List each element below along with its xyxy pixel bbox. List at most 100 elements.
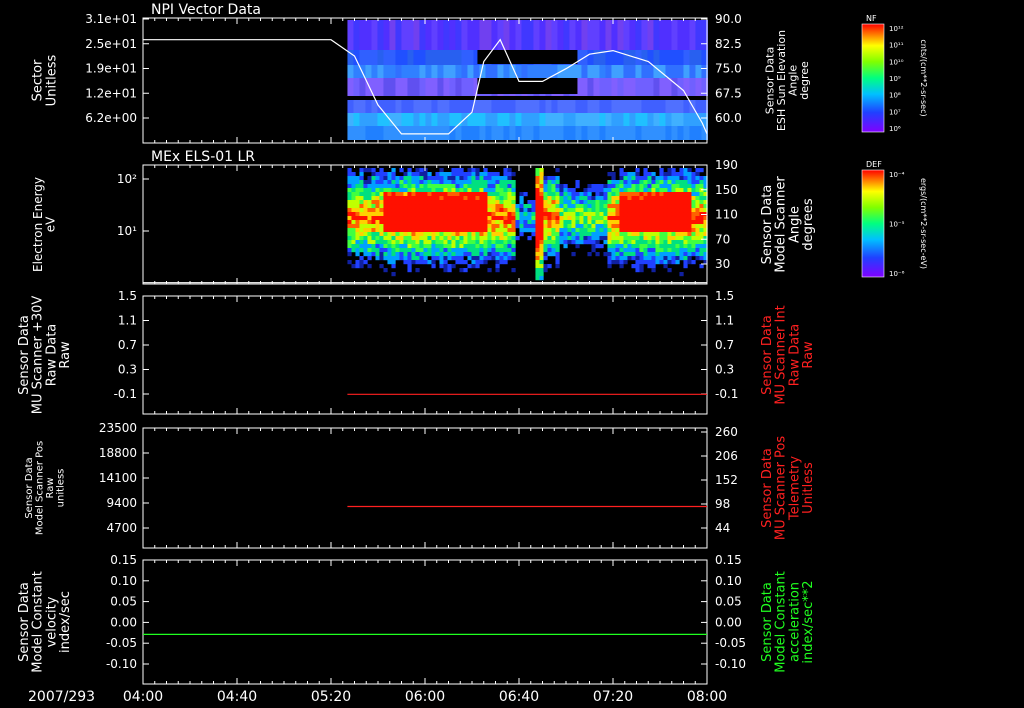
spectrogram-cell <box>521 65 528 78</box>
y-tick-label: 0.00 <box>110 615 137 629</box>
spectrogram-cell <box>443 200 448 205</box>
y-tick-label: 1.5 <box>118 289 137 303</box>
spectrogram-cell <box>591 248 596 253</box>
spectrogram-cell <box>659 100 666 113</box>
spectrogram-cell <box>615 188 620 193</box>
spectrogram-cell <box>479 220 484 225</box>
spectrogram-cell <box>659 256 664 261</box>
spectrogram-cell <box>563 192 568 197</box>
spectrogram-cell <box>509 126 516 140</box>
spectrogram-cell <box>459 204 464 209</box>
spectrogram-cell <box>487 244 492 249</box>
spectrogram-cell <box>443 252 448 257</box>
spectrogram-cell <box>495 196 500 201</box>
spectrogram-cell <box>499 204 504 209</box>
spectrogram-cell <box>459 184 464 189</box>
spectrogram-cell <box>467 204 472 209</box>
y-tick-label: 4700 <box>106 521 137 535</box>
spectrogram-cell <box>483 228 488 233</box>
spectrogram-cell <box>419 78 426 96</box>
spectrogram-cell <box>483 252 488 257</box>
spectrogram-cell <box>583 188 588 193</box>
spectrogram-cell <box>635 196 640 201</box>
spectrogram-cell <box>643 200 648 205</box>
spectrogram-cell <box>555 220 560 225</box>
spectrogram-cell <box>391 256 396 261</box>
spectrogram-cell <box>575 180 580 185</box>
y-right-tick-label: 0.05 <box>715 595 742 609</box>
spectrogram-cell <box>547 248 552 253</box>
spectrogram-cell <box>687 200 692 205</box>
spectrogram-cell <box>367 248 372 253</box>
spectrogram-cell <box>353 50 360 65</box>
spectrogram-cell <box>557 20 564 50</box>
spectrogram-cell <box>479 224 484 229</box>
spectrogram-cell <box>471 216 476 221</box>
spectrogram-cell <box>671 232 676 237</box>
spectrogram-cell <box>581 100 588 113</box>
spectrogram-cell <box>599 196 604 201</box>
spectrogram-cell <box>655 196 660 201</box>
spectrogram-cell <box>671 248 676 253</box>
spectrogram-cell <box>635 216 640 221</box>
spectrogram-cell <box>471 220 476 225</box>
spectrogram-cell <box>359 176 364 181</box>
spectrogram-cell <box>463 268 468 273</box>
spectrogram-cell <box>391 264 396 269</box>
spectrogram-cell <box>471 248 476 253</box>
spectrogram-cell <box>655 236 660 241</box>
spectrogram-cell <box>603 200 608 205</box>
panel-title: MEx ELS-01 LR <box>151 149 255 165</box>
spectrogram-cell <box>491 113 498 126</box>
spectrogram-cell <box>671 228 676 233</box>
spectrogram-cell <box>439 244 444 249</box>
spectrogram-cell <box>675 204 680 209</box>
spectrogram-cell <box>419 196 424 201</box>
y-right-tick-label: 0.7 <box>715 338 734 352</box>
spectrogram-cell <box>611 260 616 265</box>
spectrogram-cell <box>363 168 368 173</box>
spectrogram-cell <box>651 208 656 213</box>
spectrogram-cell <box>563 208 568 213</box>
spectrogram-cell <box>623 224 628 229</box>
spectrogram-cell <box>471 260 476 265</box>
spectrogram-cell <box>423 260 428 265</box>
spectrogram-cell <box>603 204 608 209</box>
spectrogram-cell <box>675 228 680 233</box>
spectrogram-cell <box>507 232 512 237</box>
spectrogram-cell <box>395 224 400 229</box>
spectrogram-cell <box>449 50 456 65</box>
colorbar-unit-text: ergs/(cm**2-sr-sec-eV) <box>919 178 928 269</box>
spectrogram-cell <box>439 172 444 177</box>
spectrogram-cell <box>347 192 352 197</box>
spectrogram-cell <box>443 180 448 185</box>
spectrogram-cell <box>479 240 484 245</box>
spectrogram-cell <box>559 204 564 209</box>
spectrogram-cell <box>485 113 492 126</box>
spectrogram-cell <box>651 220 656 225</box>
spectrogram-cell <box>559 192 564 197</box>
spectrogram-cell <box>631 216 636 221</box>
spectrogram-cell <box>535 268 540 273</box>
spectrogram-cell <box>575 100 582 113</box>
spectrogram-cell <box>557 100 564 113</box>
spectrogram-cell <box>399 212 404 217</box>
spectrogram-cell <box>659 172 664 177</box>
spectrogram-cell <box>395 256 400 261</box>
spectrogram-cell <box>377 65 384 78</box>
spectrogram-cell <box>629 65 636 78</box>
spectrogram-cell <box>367 240 372 245</box>
spectrogram-cell <box>607 264 612 269</box>
spectrogram-cell <box>695 50 702 65</box>
spectrogram-cell <box>619 192 624 197</box>
spectrogram-cell <box>699 232 704 237</box>
spectrogram-cell <box>543 176 548 181</box>
spectrogram-cell <box>503 172 508 177</box>
spectrogram-cell <box>403 172 408 177</box>
spectrogram-cell <box>655 256 660 261</box>
spectrogram-cell <box>499 212 504 217</box>
spectrogram-cell <box>555 196 560 201</box>
spectrogram-cell <box>587 78 594 96</box>
spectrogram-cell <box>415 232 420 237</box>
spectrogram-cell <box>387 204 392 209</box>
